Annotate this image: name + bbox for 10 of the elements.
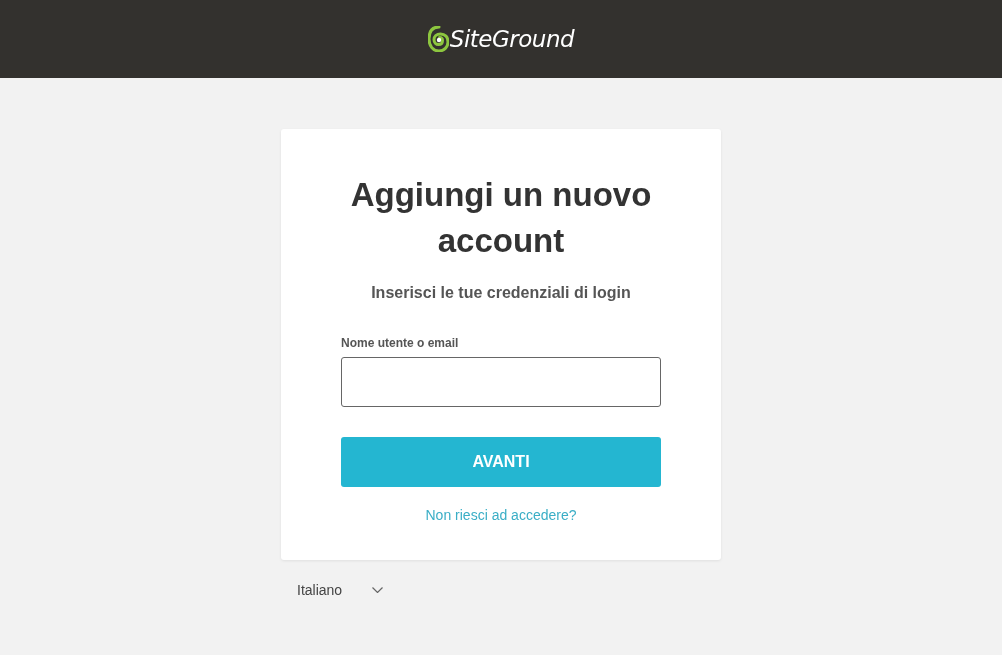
next-button[interactable]: AVANTI — [341, 437, 661, 487]
swirl-logo-icon — [427, 26, 449, 52]
logo-text: SiteGround — [449, 27, 575, 51]
username-input[interactable] — [341, 357, 661, 407]
card-subtitle: Inserisci le tue credenziali di login — [371, 283, 631, 303]
chevron-down-icon — [372, 587, 384, 593]
card-title: Aggiungi un nuovo account — [349, 175, 653, 261]
field-label: Nome utente o email — [341, 335, 459, 351]
cant-access-link[interactable]: Non riesci ad accedere? — [425, 506, 577, 524]
language-select[interactable]: Italiano — [297, 580, 384, 600]
